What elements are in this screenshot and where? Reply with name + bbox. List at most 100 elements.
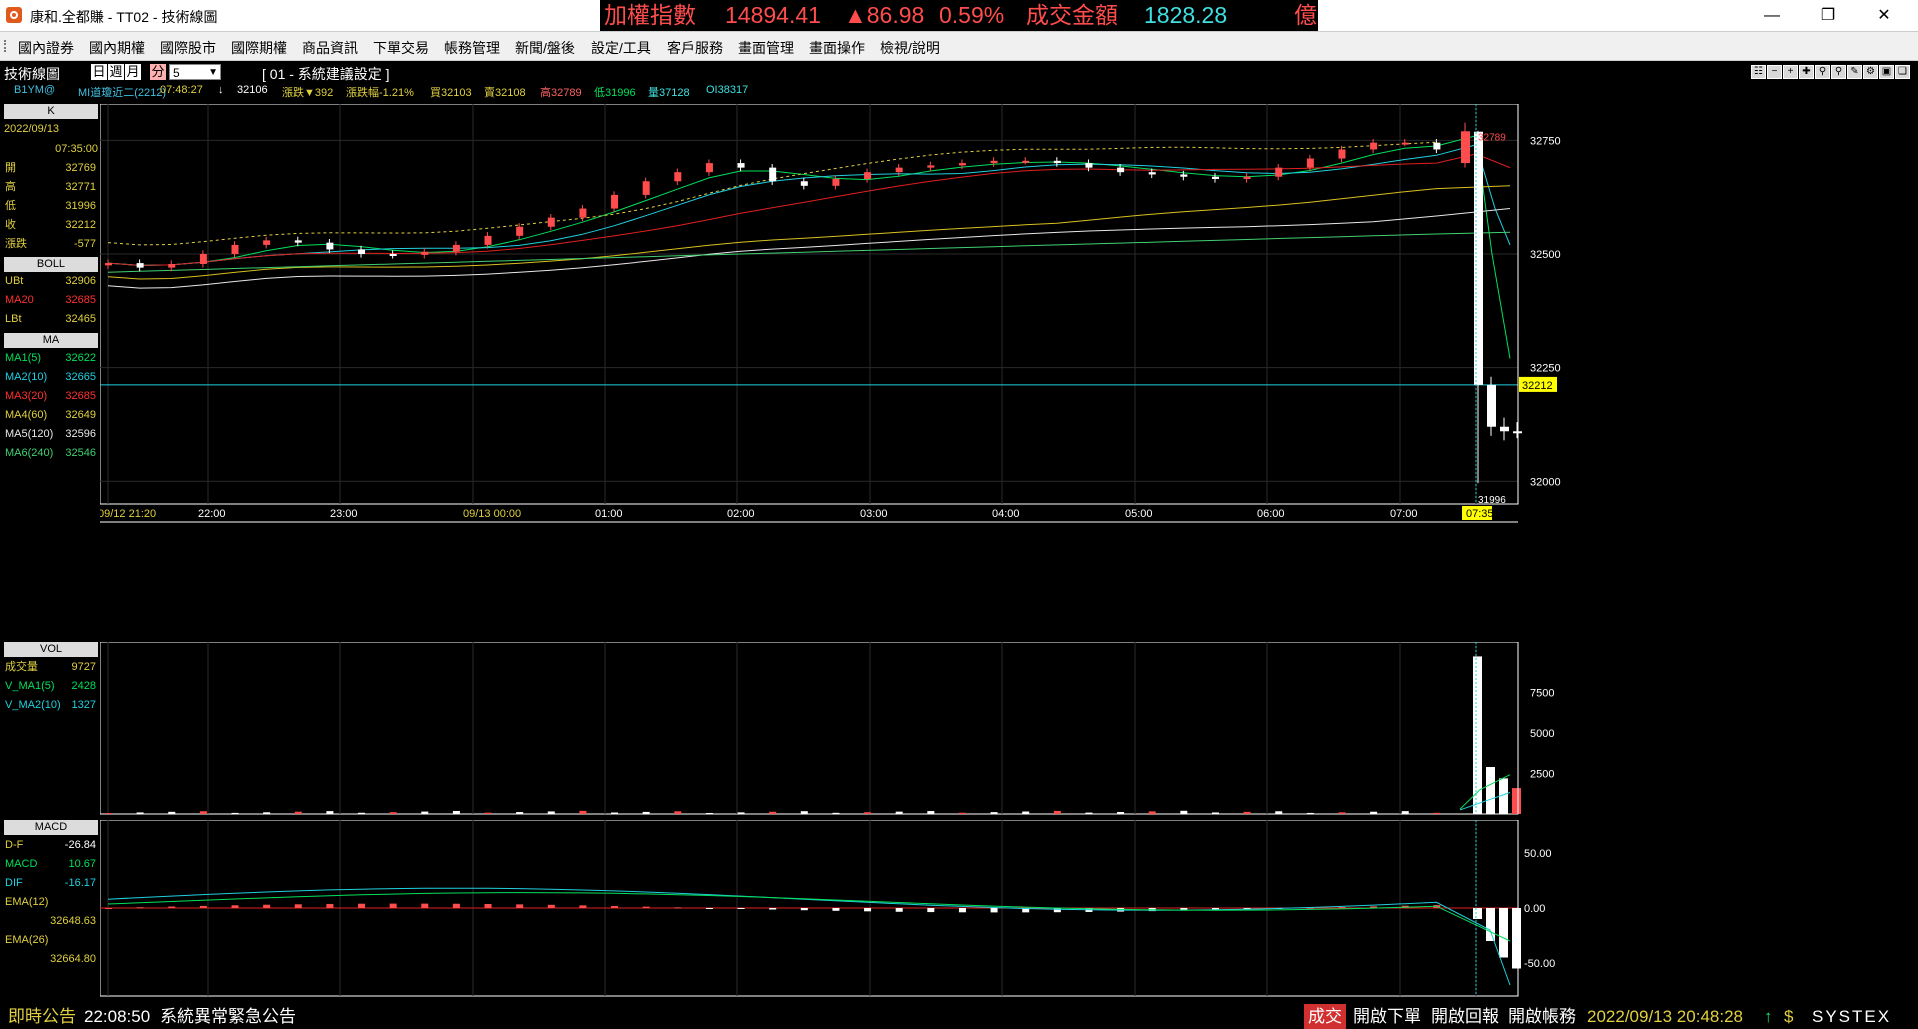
time-tick-label: 03:00 [860,508,888,520]
price-grid [100,104,1519,505]
k-row-high: 高 32771 [5,181,96,193]
volume-bar [927,811,935,814]
open-account-button[interactable]: 開啟帳務 [1508,1004,1576,1029]
menu-item-intl-futures[interactable]: 國際期權 [231,38,287,58]
connection-up-icon: ↑ [1764,1007,1773,1026]
macd-bar [705,908,713,909]
candle-body [1474,131,1483,385]
volume-bar [358,812,366,814]
menu-item-screen-operate[interactable]: 畫面操作 [809,38,865,58]
macd-bar [452,903,460,908]
ticker-unit: 億 [1294,2,1317,28]
time-tick-label: 23:00 [330,508,358,520]
zoom-in-icon[interactable]: ⚲ [1815,65,1830,79]
save-icon[interactable]: ▣ [1879,65,1894,79]
quote-volume: 量37128 [648,87,690,99]
ma-row-120: MA5(120) 32596 [5,428,96,440]
menu-item-domestic-futures[interactable]: 國內期權 [89,38,145,58]
volume-bar [294,811,302,814]
menu-item-screen-manage[interactable]: 畫面管理 [738,38,794,58]
menu-item-intl-stocks[interactable]: 國際股市 [160,38,216,58]
menu-item-product-info[interactable]: 商品資訊 [302,38,358,58]
open-order-button[interactable]: 開啟下單 [1353,1004,1421,1029]
volume-bar [547,811,555,814]
candle-body [1085,163,1093,168]
volume-bar [421,811,429,814]
ticker-change: ▲86.98 [844,2,925,28]
period-day-button[interactable]: 日 [91,64,107,80]
interval-select[interactable]: 5 ▼ [169,64,221,80]
menu-item-domestic-securities[interactable]: 國內證券 [18,38,74,58]
ma120-line [107,208,1511,289]
k-panel-header: K [4,104,98,119]
volume-bar [1401,811,1409,814]
candle-body [421,251,429,255]
volume-bar [1117,811,1125,814]
macd-row-ema26-value: 32664.80 [50,953,96,965]
volume-bar [611,812,619,814]
layout-icon[interactable]: ☷ [1751,65,1766,79]
vol-row-volume: 成交量 9727 [5,661,96,673]
volume-bar [800,811,808,814]
announcement-message[interactable]: 系統異常緊急公告 [160,1004,296,1029]
app-logo-icon [6,7,22,23]
chart-toolbar: 技術線圖 日 週 月 分 5 ▼ [ 01 - 系統建議設定 ] ☷ − + ✚… [0,61,1918,83]
period-month-button[interactable]: 月 [125,64,141,80]
menu-item-customer-service[interactable]: 客戶服務 [667,38,723,58]
macd-bar [864,908,872,912]
boll-row-lower: LBt 32465 [5,313,96,325]
period-week-button[interactable]: 週 [108,64,124,80]
close-icon: ✕ [1877,7,1891,24]
time-tick-label: 06:00 [1257,508,1285,520]
volume-bar [1275,811,1283,814]
plus-icon[interactable]: + [1783,65,1798,79]
macd-bar [1512,908,1521,969]
volume-bar [1180,810,1188,814]
settings-icon[interactable]: ⚙ [1863,65,1878,79]
candle-body [1117,167,1125,173]
announcement-label: 即時公告 [8,1007,76,1026]
minus-icon[interactable]: − [1767,65,1782,79]
volume-tick-label: 7500 [1530,688,1554,700]
candle-body [1211,176,1219,179]
open-report-button[interactable]: 開啟回報 [1431,1004,1499,1029]
menu-item-news[interactable]: 新聞/盤後 [515,38,575,58]
volume-chart[interactable]: 7500 5000 2500 [100,642,1857,818]
copy-icon[interactable]: ❏ [1895,65,1910,79]
menu-item-accounts[interactable]: 帳務管理 [444,38,500,58]
macd-bar [1053,908,1061,913]
vol-row-ma10: V_MA2(10) 1327 [5,699,96,711]
macd-chart[interactable]: 50.00 0.00 -50.00 [100,820,1857,1000]
minimize-button[interactable]: — [1746,0,1798,31]
period-minute-button[interactable]: 分 [150,64,166,80]
volume-frame [100,642,1519,815]
candle-body [705,163,713,173]
time-axis: 09/12 21:20 22:00 23:00 09/13 00:00 01:00 02:… [100,506,1518,523]
candle-body [674,172,682,182]
candlesticks [105,122,1522,484]
price-chart[interactable]: 32750 32500 32250 32000 32212 32789 31996 09/1… [100,104,1857,641]
macd-bar [1499,908,1508,958]
close-button[interactable]: ✕ [1858,0,1910,31]
volume-bar [389,812,397,814]
candle-body [452,244,460,252]
menu-item-order[interactable]: 下單交易 [373,38,429,58]
index-ticker: 加權指數 14894.41 ▲86.98 0.59% 成交金額 1828.28 … [600,0,1318,31]
candle-body [895,167,903,173]
candle-body [389,254,397,256]
restore-button[interactable]: ❐ [1802,0,1854,31]
candle-body [832,179,840,186]
macd-row-ema26-label: EMA(26) [5,934,49,946]
cross-icon[interactable]: ✚ [1799,65,1814,79]
status-datetime: 2022/09/13 20:48:28 [1587,1007,1743,1026]
candle-body [1022,160,1030,163]
menu-item-settings[interactable]: 設定/工具 [591,38,651,58]
price-tick-label: 32500 [1530,249,1561,261]
volume-bar [452,810,460,814]
announcement-time: 22:08:50 [84,1007,151,1026]
menu-item-view-help[interactable]: 檢視/說明 [880,38,940,58]
draw-icon[interactable]: ✎ [1847,65,1862,79]
volume-bar [1243,811,1251,814]
candle-body [358,249,366,254]
zoom-out-icon[interactable]: ⚲ [1831,65,1846,79]
